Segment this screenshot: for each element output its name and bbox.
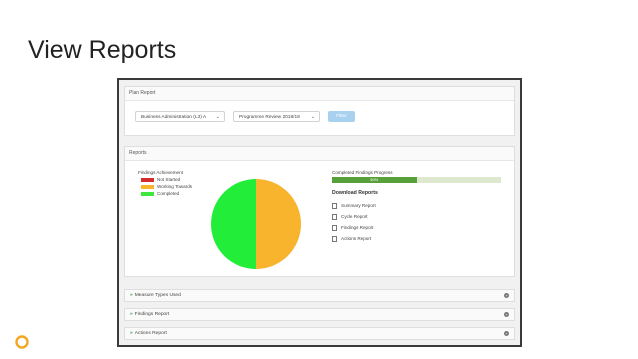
document-icon bbox=[332, 203, 337, 209]
expand-icon[interactable]: + bbox=[504, 331, 509, 336]
findings-report-label: Findings Report bbox=[341, 225, 374, 231]
chevron-right-icon: » bbox=[130, 312, 133, 317]
chevron-down-icon: ⌄ bbox=[310, 114, 315, 120]
actions-report-link[interactable]: Actions Report bbox=[332, 236, 371, 242]
review-select-value: Programme Review 2018/19 bbox=[239, 115, 300, 120]
legend-label-not-started: Not Started bbox=[157, 177, 181, 182]
expand-icon[interactable]: + bbox=[504, 293, 509, 298]
slide-title: View Reports bbox=[28, 36, 177, 64]
summary-report-link[interactable]: Summary Report bbox=[332, 203, 376, 209]
summary-report-label: Summary Report bbox=[341, 203, 376, 209]
actions-report-label: Actions Report bbox=[341, 236, 372, 242]
section-label: Measure Types Used bbox=[134, 293, 181, 298]
findings-pie-chart bbox=[211, 179, 301, 269]
section-actions-report[interactable]: » Actions Report + bbox=[124, 327, 515, 340]
reports-heading: Reports bbox=[125, 147, 514, 161]
document-icon bbox=[332, 236, 337, 242]
document-icon bbox=[332, 214, 337, 220]
app-screenshot: Plan Report Business Administration (L3)… bbox=[117, 78, 522, 347]
cycle-report-label: Cycle Report bbox=[341, 214, 368, 220]
legend-swatch-not-started bbox=[141, 178, 154, 182]
section-measure-types-used[interactable]: » Measure Types Used + bbox=[124, 289, 515, 302]
pie-slice-working-towards bbox=[256, 179, 301, 269]
plan-report-heading: Plan Report bbox=[125, 87, 514, 101]
course-select[interactable]: Business Administration (L3) A ⌄ bbox=[135, 111, 225, 122]
section-findings-report[interactable]: » Findings Report + bbox=[124, 308, 515, 321]
chevron-right-icon: » bbox=[130, 331, 133, 336]
chevron-down-icon: ⌄ bbox=[215, 114, 220, 120]
filter-button[interactable]: Filter bbox=[328, 111, 355, 122]
findings-report-link[interactable]: Findings Report bbox=[332, 225, 373, 231]
course-select-value: Business Administration (L3) A bbox=[141, 115, 207, 120]
document-icon bbox=[332, 225, 337, 231]
pie-slice-completed bbox=[211, 179, 256, 269]
reports-panel: Reports Findings Achievement Not Started… bbox=[124, 146, 515, 277]
plan-report-panel: Plan Report Business Administration (L3)… bbox=[124, 86, 515, 136]
legend-swatch-working-towards bbox=[141, 185, 154, 189]
legend-swatch-completed bbox=[141, 192, 154, 196]
review-select[interactable]: Programme Review 2018/19 ⌄ bbox=[233, 111, 320, 122]
expand-icon[interactable]: + bbox=[504, 312, 509, 317]
completed-findings-progress: 50% bbox=[332, 177, 501, 183]
section-label: Actions Report bbox=[134, 331, 167, 336]
logo-ring-icon bbox=[15, 335, 29, 349]
legend-label-working-towards: Working Towards bbox=[157, 184, 193, 189]
chevron-right-icon: » bbox=[130, 293, 133, 298]
cycle-report-link[interactable]: Cycle Report bbox=[332, 214, 368, 220]
progress-label: 50% bbox=[370, 177, 379, 182]
section-label: Findings Report bbox=[134, 312, 170, 317]
download-reports-heading: Download Reports bbox=[332, 190, 378, 196]
findings-achievement-title: Findings Achievement bbox=[138, 170, 183, 175]
legend-label-completed: Completed bbox=[157, 191, 180, 196]
progress-title: Completed Findings Progress bbox=[332, 170, 393, 175]
